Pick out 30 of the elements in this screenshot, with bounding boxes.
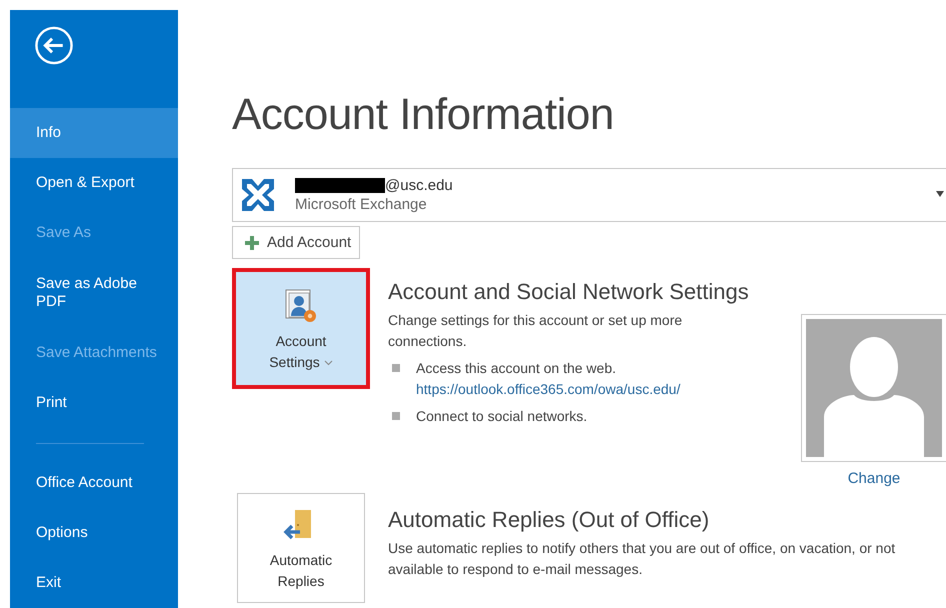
add-account-button[interactable]: Add Account [232,226,360,259]
exchange-icon [239,176,277,214]
menu-item[interactable]: Office Account [10,458,178,508]
section-title: Account and Social Network Settings [388,278,749,306]
bullet-icon [392,412,400,420]
account-settings-icon [283,289,319,325]
menu-item[interactable]: Print [10,378,178,428]
menu-item[interactable]: Info [10,108,178,158]
account-settings-button[interactable]: Account Settings [232,268,370,389]
account-dropdown[interactable]: @usc.edu Microsoft Exchange [232,168,946,222]
account-email: @usc.edu [385,177,453,194]
section-description: Change settings for this account or set up more connections. [388,311,684,351]
caret-icon [324,360,333,366]
back-icon[interactable] [34,26,74,65]
menu-item[interactable]: Open & Export [10,158,178,208]
section-title: Automatic Replies (Out of Office) [388,506,710,534]
page-title: Account Information [232,90,615,140]
section-description: Use automatic replies to notify others that you are out of office, on vacation, or not available to respond to e-mail messages. [388,539,896,579]
menu-item[interactable]: Exit [10,558,178,608]
change-photo-link[interactable]: Change [848,470,900,487]
dropdown-arrow-icon [936,191,944,197]
bullet-icon [392,364,400,372]
web-link[interactable]: https://outlook.office365.com/owa/usc.edu/ [416,379,680,400]
account-type: Microsoft Exchange [295,196,428,213]
bullet-text: Connect to social networks. [416,407,588,426]
menu-item[interactable]: Save as Adobe PDF [10,258,178,328]
menu-item[interactable]: Options [10,508,178,558]
plus-icon [245,236,259,250]
automatic-replies-button[interactable]: Automatic Replies [237,493,365,603]
bullet-text: Access this account on the web. [416,359,617,378]
